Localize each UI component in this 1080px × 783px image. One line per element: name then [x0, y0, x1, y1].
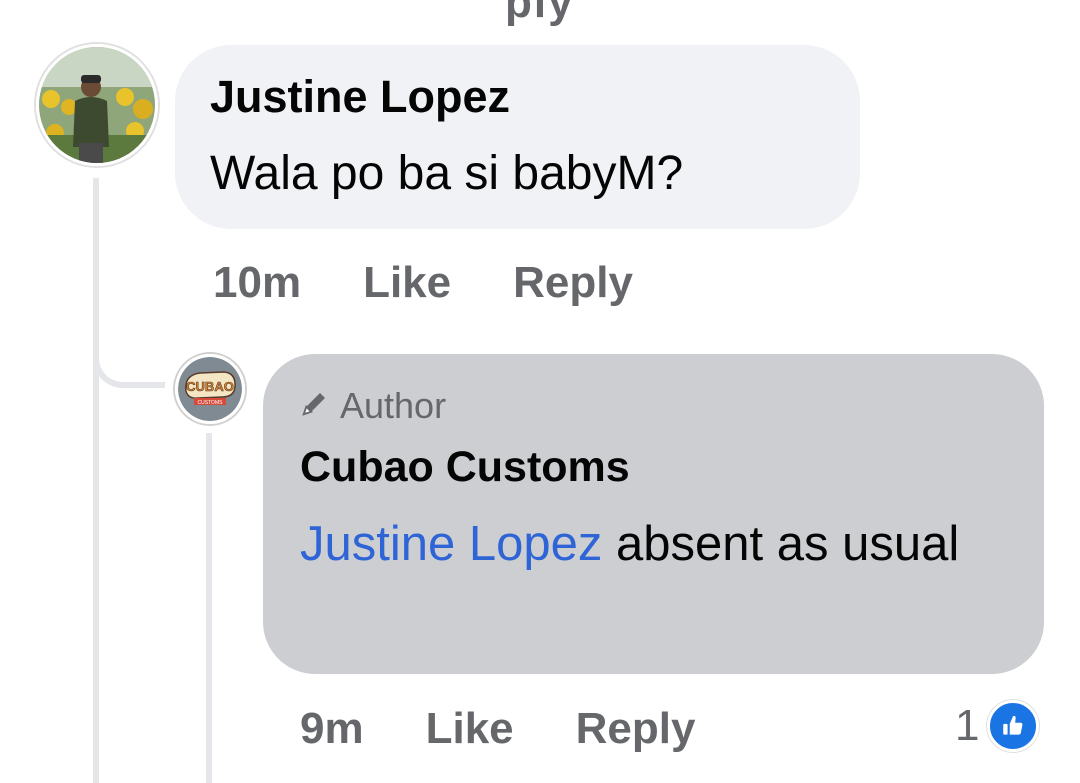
author-badge-label: Author: [340, 385, 447, 426]
reaction-summary[interactable]: 1: [955, 700, 1040, 752]
like-button[interactable]: Like: [426, 704, 514, 754]
svg-text:CUBAO: CUBAO: [186, 379, 234, 394]
avatar[interactable]: [36, 44, 158, 166]
reply-button[interactable]: Reply: [576, 704, 696, 754]
mention-link[interactable]: Justine Lopez: [300, 517, 602, 571]
comment-actions: 10m Like Reply: [213, 258, 633, 308]
svg-text:CUSTOMS: CUSTOMS: [198, 400, 224, 406]
pencil-icon: [300, 385, 330, 427]
comment-thread: ply Justine Lopez Wala po ba si babyM? 1…: [0, 0, 1080, 783]
reaction-count: 1: [955, 701, 980, 750]
profile-photo-icon: [39, 47, 155, 163]
reply-button[interactable]: Reply: [513, 258, 633, 308]
thread-connector-line: [93, 178, 99, 783]
reply-timestamp[interactable]: 9m: [300, 704, 364, 754]
author-badge: Author: [300, 385, 446, 427]
previous-reply-link-fragment[interactable]: ply: [505, 0, 575, 28]
avatar[interactable]: CUBAO CUSTOMS: [175, 354, 245, 424]
reply-connector-line: [206, 433, 212, 783]
like-thumb-icon: [987, 700, 1040, 752]
reply-text: Justine Lopez absent as usual: [300, 509, 1010, 579]
reply-author-name[interactable]: Cubao Customs: [300, 443, 630, 492]
reply-body-text: absent as usual: [602, 517, 960, 571]
comment-timestamp[interactable]: 10m: [213, 258, 301, 308]
like-button[interactable]: Like: [363, 258, 451, 308]
thread-branch-curve: [93, 330, 165, 388]
comment-author-name[interactable]: Justine Lopez: [210, 71, 510, 123]
comment-text: Wala po ba si babyM?: [210, 147, 684, 200]
cubao-customs-logo-icon: CUBAO CUSTOMS: [178, 357, 242, 421]
reply-actions: 9m Like Reply: [300, 704, 695, 754]
